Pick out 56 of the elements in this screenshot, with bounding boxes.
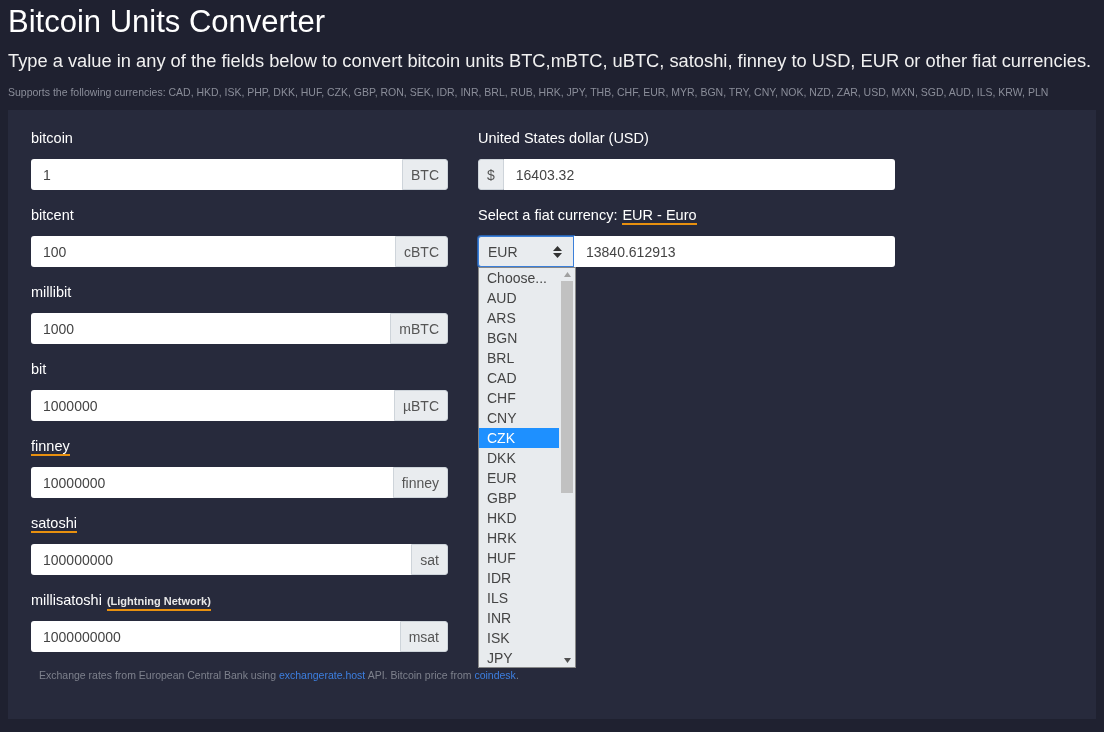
currency-select[interactable]: EUR (478, 236, 574, 267)
currency-option[interactable]: JPY (479, 648, 559, 668)
currency-option[interactable]: INR (479, 608, 559, 628)
unit-addon: µBTC (393, 390, 448, 421)
unit-label: millisatoshi (31, 592, 102, 608)
currency-option[interactable]: CNY (479, 408, 559, 428)
usd-label: United States dollar (USD) (478, 130, 649, 146)
page-title: Bitcoin Units Converter (8, 3, 326, 41)
unit-addon: BTC (402, 159, 448, 190)
fiat-currency-name: EUR - Euro (622, 207, 697, 225)
usd-input-field[interactable]: 16403.32 (503, 159, 895, 190)
unit-addon: cBTC (395, 236, 448, 267)
sort-arrows-icon (553, 245, 562, 258)
currency-option[interactable]: GBP (479, 488, 559, 508)
supported-currencies-text: Supports the following currencies: CAD, HKD, ISK, PHP, DKK, HUF, CZK, GBP, RON, SEK, IDR, INR, BRL, RUB, HRK, JPY, THB, CHF, EUR, MYR, BGN, TRY, CNY, NOK, NZD, ZAR, USD, MXN, SGD, AUD, ILS, KRW, PLN (8, 85, 1050, 99)
unit-input-field[interactable]: 100 (31, 236, 398, 267)
currency-option[interactable]: HKD (479, 508, 559, 528)
currency-option[interactable]: DKK (479, 448, 559, 468)
scrollbar-thumb[interactable] (561, 281, 573, 493)
currency-option[interactable]: CHF (479, 388, 559, 408)
currency-option[interactable]: ISK (479, 628, 559, 648)
currency-option[interactable]: EUR (479, 468, 559, 488)
currency-option[interactable]: CAD (479, 368, 559, 388)
unit-label: millibit (31, 284, 72, 300)
currency-option[interactable]: HRK (479, 528, 559, 548)
unit-label: finney (31, 438, 70, 456)
scroll-up-icon[interactable] (563, 272, 571, 277)
scroll-down-icon[interactable] (563, 658, 571, 663)
fiat-label: Select a fiat currency: (478, 207, 618, 223)
footer-link[interactable]: exchangerate.host (278, 669, 366, 681)
unit-addon: finney (392, 467, 448, 498)
currency-option[interactable]: Choose... (479, 268, 559, 288)
dollar-addon: $ (478, 159, 504, 190)
unit-addon: msat (399, 621, 448, 652)
currency-option[interactable]: HUF (479, 548, 559, 568)
unit-label: bitcoin (31, 130, 73, 146)
unit-addon: sat (411, 544, 448, 575)
footer-text: Exchange rates from European Central Bank using exchangerate.host API. Bitcoin price from coindesk. (39, 668, 519, 683)
currency-option[interactable]: ILS (479, 588, 559, 608)
unit-label: bit (31, 361, 47, 377)
currency-option[interactable]: BGN (479, 328, 559, 348)
unit-input-field[interactable]: 10000000 (31, 467, 396, 498)
fiat-input-field[interactable]: 13840.612913 (574, 236, 895, 267)
currency-option[interactable]: BRL (479, 348, 559, 368)
footer-link[interactable]: coindesk (474, 669, 516, 681)
unit-input-field[interactable]: 1000000 (31, 390, 397, 421)
page-subtitle: Type a value in any of the fields below to convert bitcoin units BTC,mBTC, uBTC, satoshi, finney to USD, EUR or other fiat currencies. (8, 49, 1093, 73)
unit-label: satoshi (31, 515, 77, 533)
unit-input-field[interactable]: 1000000000 (31, 621, 403, 652)
unit-label: bitcent (31, 207, 74, 223)
unit-input-field[interactable]: 1 (31, 159, 405, 190)
unit-addon: mBTC (390, 313, 448, 344)
currency-option[interactable]: AUD (479, 288, 559, 308)
unit-note: (Lightning Network) (106, 593, 211, 611)
currency-option[interactable]: ARS (479, 308, 559, 328)
currency-option[interactable]: IDR (479, 568, 559, 588)
